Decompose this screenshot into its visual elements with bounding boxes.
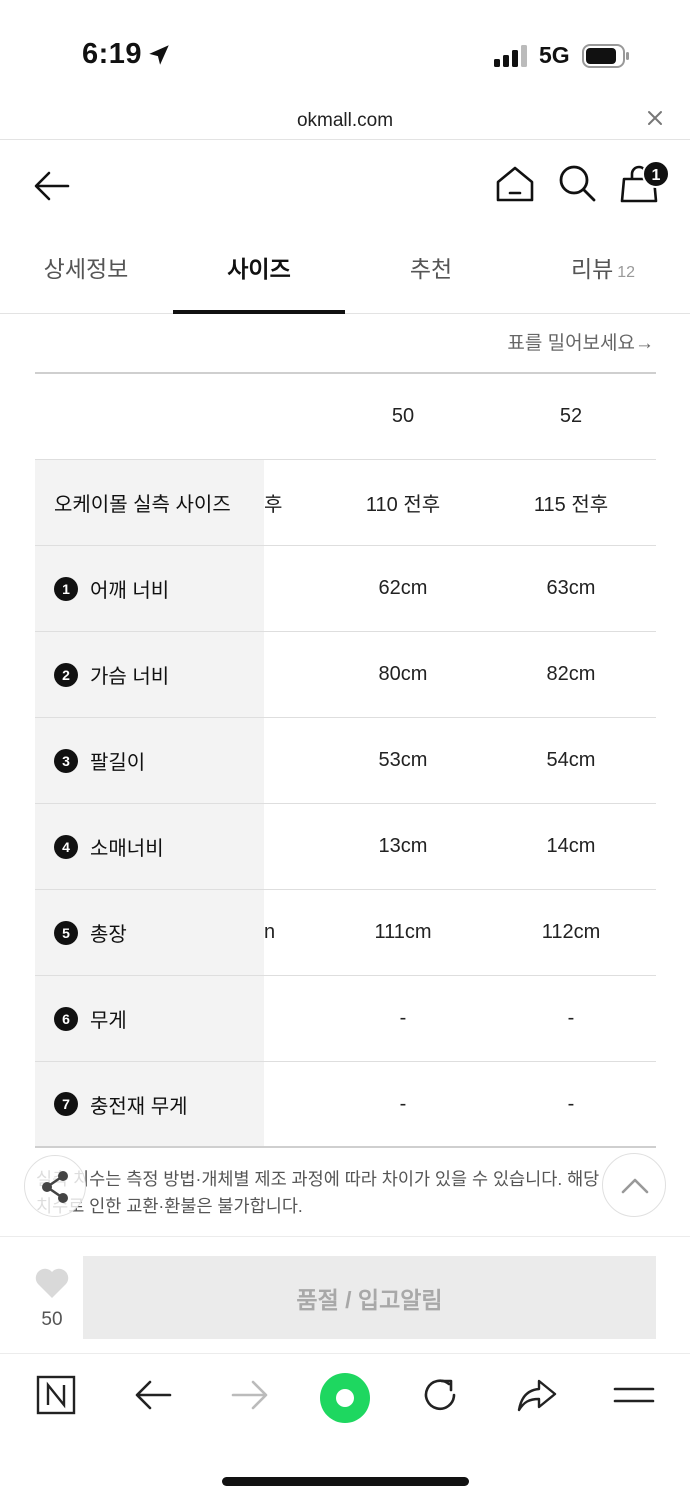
tab-label: 추천 <box>409 256 453 282</box>
row-label: 총장 <box>90 924 127 946</box>
status-time: 6:19 <box>82 38 143 70</box>
menu-icon[interactable] <box>612 1373 656 1417</box>
row-label-cell: 4 소매너비 <box>35 804 264 889</box>
table-cell: 53cm <box>378 749 428 771</box>
table-cell: - <box>567 1007 575 1029</box>
notice-line: 치수로 인한 교환·환불은 불가합니다. <box>36 1196 303 1216</box>
notice-line: 실측 치수는 측정 방법·개체별 제조 과정에 따라 차이가 있을 수 있습니다… <box>36 1169 600 1189</box>
review-count: 12 <box>617 264 636 281</box>
product-tabs: 상세정보 사이즈 추천 리뷰 12 <box>0 231 690 314</box>
green-dot-button-icon[interactable] <box>319 1372 371 1424</box>
row-label-cell: 1 어깨 너비 <box>35 546 264 631</box>
table-cell: - <box>567 1092 575 1115</box>
row-label: 소매너비 <box>90 838 164 860</box>
tab-details[interactable]: 상세정보 <box>0 231 172 314</box>
url-text: okmall.com <box>296 110 394 131</box>
table-cell: - <box>399 1092 407 1115</box>
row-label: 가슴 너비 <box>90 666 170 688</box>
row-number-badge: 5 <box>54 920 78 945</box>
nav-header: 1 <box>0 141 690 231</box>
purchase-bar: 50 품절 / 입고알림 <box>0 1236 690 1354</box>
row-number-badge: 2 <box>54 662 78 687</box>
row-number-badge: 4 <box>54 834 78 859</box>
column-header: 50 <box>391 405 415 427</box>
row-number-badge: 3 <box>54 748 78 773</box>
share-icon <box>42 1171 68 1203</box>
row-label: 오케이몰 실측 사이즈 <box>54 494 231 516</box>
share-button[interactable] <box>24 1155 86 1217</box>
table-row: 4 소매너비 13cm 14cm <box>35 804 656 890</box>
scroll-hint: 표를 밀어보세요→ <box>507 333 654 354</box>
table-cell: 63cm <box>546 577 596 599</box>
like-count: 50 <box>41 1309 63 1330</box>
table-row: 5 총장 n 111cm 112cm <box>35 890 656 976</box>
table-cell: - <box>399 1007 407 1029</box>
table-row: 7 충전재 무게 - - <box>35 1062 656 1148</box>
tab-size[interactable]: 사이즈 <box>173 231 345 314</box>
cellular-signal-icon <box>494 45 527 67</box>
table-row: 오케이몰 실측 사이즈 후 110 전후 115 전후 <box>35 460 656 546</box>
table-cell: 54cm <box>546 749 596 771</box>
tab-label: 리뷰 <box>570 256 614 282</box>
scroll-top-button[interactable] <box>602 1153 666 1217</box>
table-row: 6 무게 - - <box>35 976 656 1062</box>
home-icon[interactable] <box>494 163 536 205</box>
browser-forward-icon[interactable] <box>227 1373 271 1417</box>
tab-label: 상세정보 <box>43 256 129 282</box>
size-notice: 실측 치수는 측정 방법·개체별 제조 과정에 따라 차이가 있을 수 있습니다… <box>36 1166 656 1220</box>
refresh-icon[interactable] <box>418 1373 462 1417</box>
tab-recommend[interactable]: 추천 <box>345 231 517 314</box>
row-label: 어깨 너비 <box>90 580 170 602</box>
row-label-cell: 7 충전재 무게 <box>35 1062 264 1146</box>
table-cell: 82cm <box>546 663 596 685</box>
row-label-cell: 5 총장 <box>35 890 264 975</box>
table-cell: 112cm <box>541 921 601 943</box>
row-label-cell: 2 가슴 너비 <box>35 632 264 717</box>
tab-reviews[interactable]: 리뷰 12 <box>517 231 689 314</box>
heart-icon[interactable] <box>34 1267 70 1299</box>
cart-count-badge: 1 <box>642 160 670 188</box>
url-bar[interactable]: okmall.com <box>0 100 690 140</box>
naver-n-icon[interactable] <box>34 1373 78 1417</box>
scrolled-cell-fragment: 후 <box>264 494 283 516</box>
table-cell: 62cm <box>378 577 428 599</box>
table-cell: 14cm <box>546 835 596 857</box>
scrolled-cell-fragment: n <box>264 921 276 943</box>
table-cell: 80cm <box>378 663 428 685</box>
table-cell: 115 전후 <box>533 494 609 516</box>
table-row: 2 가슴 너비 80cm 82cm <box>35 632 656 718</box>
row-label-cell: 오케이몰 실측 사이즈 <box>35 460 264 545</box>
soldout-restock-alert-button[interactable]: 품절 / 입고알림 <box>83 1256 656 1339</box>
table-header-row: 50 52 <box>35 372 656 460</box>
status-bar: 6:19 5G <box>0 0 690 100</box>
row-number-badge: 1 <box>54 576 78 601</box>
battery-icon <box>582 44 629 68</box>
tab-label: 사이즈 <box>227 256 291 282</box>
back-arrow-icon[interactable] <box>32 166 72 206</box>
share-arrow-icon[interactable] <box>515 1373 559 1417</box>
table-cell: 111cm <box>374 921 432 943</box>
table-row: 1 어깨 너비 62cm 63cm <box>35 546 656 632</box>
row-label-cell: 3 팔길이 <box>35 718 264 803</box>
table-row: 3 팔길이 53cm 54cm <box>35 718 656 804</box>
network-type: 5G <box>539 42 570 68</box>
home-indicator <box>222 1477 469 1486</box>
browser-back-icon[interactable] <box>132 1373 176 1417</box>
search-icon[interactable] <box>557 163 597 203</box>
chevron-up-icon <box>621 1178 649 1194</box>
column-header: 52 <box>559 405 583 427</box>
close-icon[interactable] <box>646 109 664 127</box>
row-number-badge: 7 <box>54 1092 78 1116</box>
row-number-badge: 6 <box>54 1006 78 1031</box>
table-cell: 110 전후 <box>365 494 441 516</box>
location-arrow-icon <box>149 45 169 65</box>
row-label: 충전재 무게 <box>90 1095 188 1118</box>
table-cell: 13cm <box>378 835 428 857</box>
row-label: 팔길이 <box>90 752 146 774</box>
row-label: 무게 <box>90 1010 127 1032</box>
active-tab-indicator <box>173 310 345 314</box>
row-label-cell: 6 무게 <box>35 976 264 1061</box>
browser-toolbar <box>0 1355 690 1445</box>
